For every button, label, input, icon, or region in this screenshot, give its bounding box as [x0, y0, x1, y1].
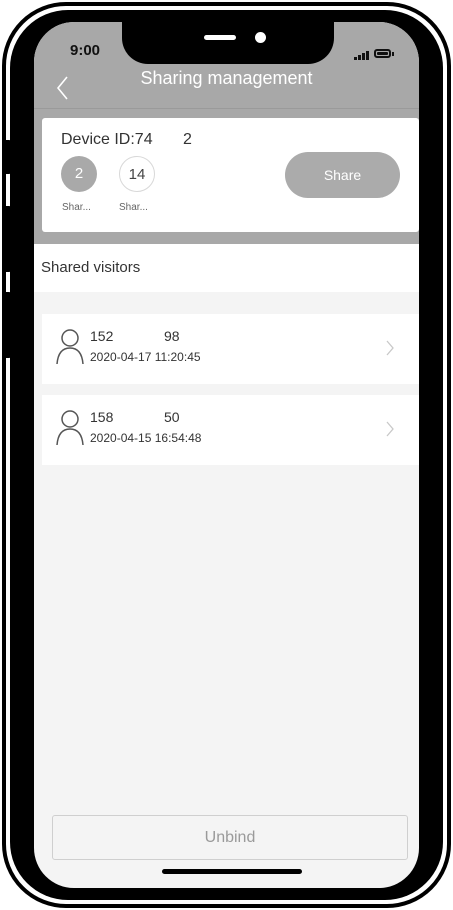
mute-switch — [3, 140, 12, 174]
front-camera — [255, 32, 266, 43]
stat-label-2: Shar... — [119, 202, 148, 213]
device-share-count: 2 — [183, 131, 192, 148]
speaker-grille — [204, 35, 236, 40]
chevron-right-icon — [385, 339, 395, 357]
battery-cap — [392, 52, 394, 56]
volume-down-button — [3, 292, 12, 358]
device-card: Device ID:74 2 2 14 Shar... Shar... Shar… — [42, 118, 419, 232]
section-header: Shared visitors — [34, 244, 419, 292]
app-screen: 9:00 Sharing management Device ID:74 2 2… — [34, 22, 419, 888]
user-icon — [55, 409, 85, 447]
visitor-code: 50 — [164, 409, 180, 425]
stat-circle-1[interactable]: 2 — [61, 156, 97, 192]
chevron-right-icon — [385, 420, 395, 438]
visitor-name: 152 — [90, 328, 114, 344]
section-title: Shared visitors — [41, 259, 141, 276]
battery-icon — [374, 49, 391, 58]
header-divider — [34, 108, 419, 109]
page-title: Sharing management — [140, 68, 313, 88]
share-button[interactable]: Share — [285, 152, 400, 198]
volume-up-button — [3, 206, 12, 272]
visitor-name: 158 — [90, 409, 114, 425]
unbind-button[interactable]: Unbind — [52, 815, 408, 860]
notch — [122, 22, 334, 64]
visitor-time: 2020-04-17 11:20:45 — [90, 350, 201, 364]
device-id-label: Device ID:74 — [61, 131, 153, 148]
signal-icon — [354, 50, 370, 60]
stat-label-1: Shar... — [62, 202, 91, 213]
visitor-code: 98 — [164, 328, 180, 344]
home-indicator[interactable] — [162, 869, 302, 874]
visitor-row[interactable]: 158 50 2020-04-15 16:54:48 — [42, 395, 419, 465]
visitor-row[interactable]: 152 98 2020-04-17 11:20:45 — [42, 314, 419, 384]
user-icon — [55, 328, 85, 366]
visitor-time: 2020-04-15 16:54:48 — [90, 431, 202, 445]
status-time: 9:00 — [70, 42, 101, 59]
stat-circle-2[interactable]: 14 — [119, 156, 155, 192]
